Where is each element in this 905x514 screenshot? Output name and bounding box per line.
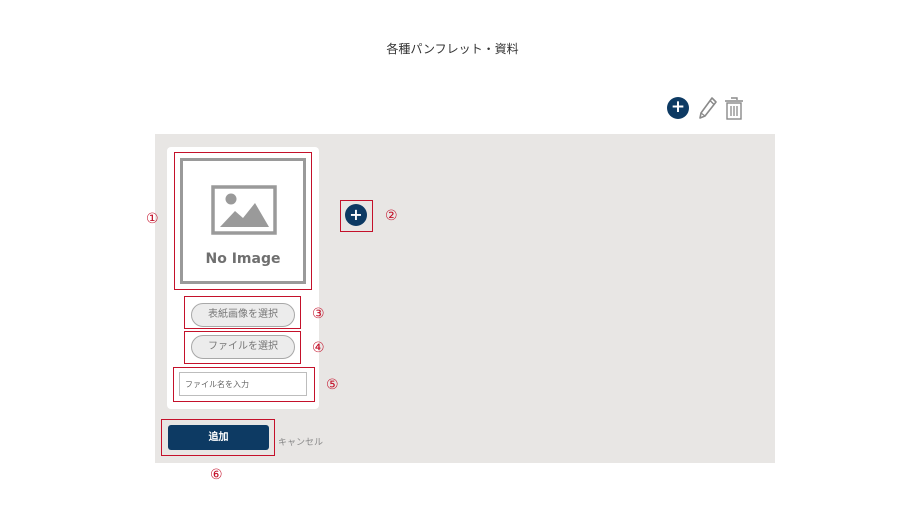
cancel-link[interactable]: キャンセル xyxy=(278,435,323,448)
annotation-number-5: ⑤ xyxy=(326,377,339,393)
annotation-box-2 xyxy=(340,200,373,232)
annotation-box-5 xyxy=(173,367,315,402)
pencil-icon[interactable] xyxy=(698,95,718,125)
annotation-number-4: ④ xyxy=(312,340,325,356)
annotation-box-4 xyxy=(184,331,301,364)
trash-icon[interactable] xyxy=(724,95,744,125)
annotation-box-3 xyxy=(184,296,301,329)
page-title: 各種パンフレット・資料 xyxy=(386,42,519,56)
annotation-box-6 xyxy=(161,419,275,456)
annotation-number-3: ③ xyxy=(312,306,325,322)
annotation-number-2: ② xyxy=(385,208,398,224)
annotation-number-6: ⑥ xyxy=(210,467,223,483)
annotation-box-1 xyxy=(174,152,312,290)
annotation-number-1: ① xyxy=(146,211,159,227)
plus-circle-icon[interactable]: + xyxy=(667,97,689,119)
